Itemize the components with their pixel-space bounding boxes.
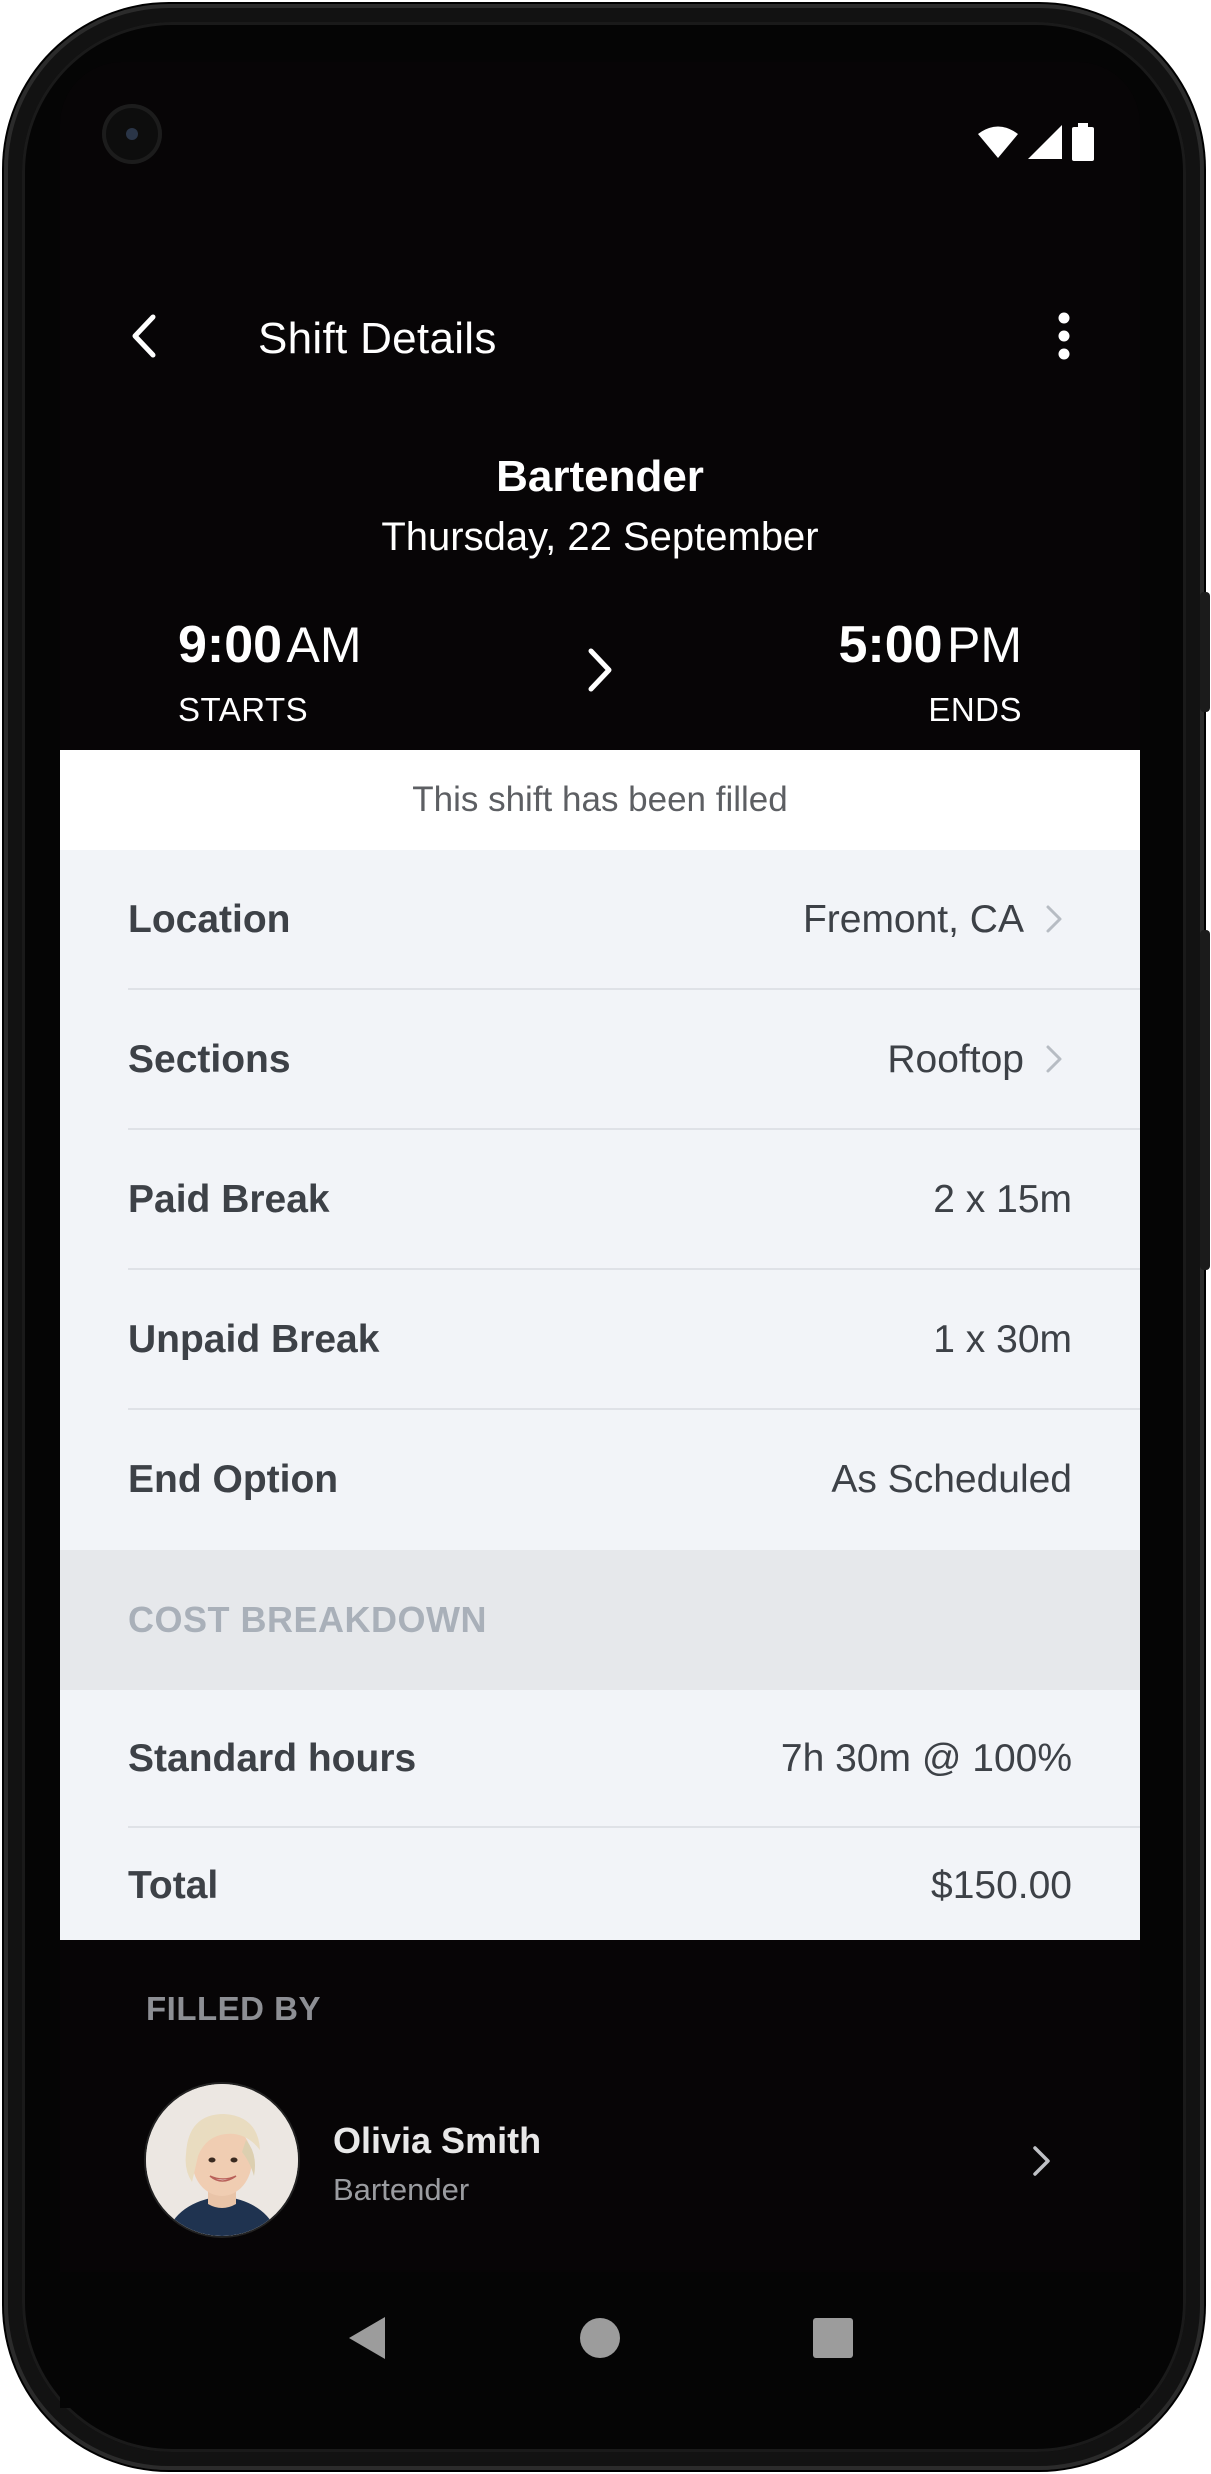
wifi-icon [978,125,1018,164]
row-value: Fremont, CA [802,898,1024,941]
person-name: Olivia Smith [333,2120,542,2161]
chevron-right-icon [1042,904,1066,934]
row-value: 2 x 15m [933,1178,1072,1221]
signal-icon [1028,124,1062,164]
row-label: Standard hours [128,1737,417,1780]
battery-icon [1072,122,1094,166]
cost-list: Standard hours 7h 30m @ 100% Total $150.… [60,1690,1140,1944]
power-button [1200,592,1210,712]
row-value: As Scheduled [831,1458,1072,1501]
avatar [146,2084,298,2236]
back-arrow-icon [129,313,159,364]
nav-home-icon [579,2317,621,2364]
start-time-suffix: AM [286,617,362,673]
row-label: Location [128,898,291,941]
more-options-button[interactable] [1034,308,1094,368]
chevron-right-icon [1042,1044,1066,1074]
start-time: 9:00 [178,616,283,674]
system-nav-bar [60,2272,1140,2408]
nav-recents-icon [812,2317,854,2364]
end-time-suffix: PM [947,617,1022,673]
chevron-right-icon [575,640,625,700]
row-label: End Option [128,1458,339,1501]
shift-date: Thursday, 22 September [381,515,819,559]
status-banner: This shift has been filled [60,750,1140,850]
person-role: Bartender [333,2172,470,2207]
back-button[interactable] [114,308,174,368]
filled-by-header: FILLED BY [146,1990,321,2027]
app-bar: Shift Details [60,288,1140,388]
start-caption: STARTS [178,691,309,728]
end-option-row: End Option As Scheduled [60,1410,1140,1550]
screen: Shift Details Bartender Thursday, 22 Sep… [60,62,1140,2272]
filled-by-person[interactable]: Olivia Smith Bartender [60,2074,1140,2254]
paid-break-row: Paid Break 2 x 15m [60,1130,1140,1270]
nav-back-icon [347,2315,387,2366]
volume-button [1200,930,1210,1270]
standard-hours-row: Standard hours 7h 30m @ 100% [60,1690,1140,1828]
location-row[interactable]: Location Fremont, CA [60,850,1140,990]
more-vert-icon [1058,312,1070,365]
chevron-right-icon [1028,2144,1054,2178]
total-row: Total $150.00 [60,1828,1140,1944]
shift-role: Bartender [496,452,704,501]
row-value: 1 x 30m [933,1318,1072,1361]
status-bar [978,122,1094,166]
row-label: Paid Break [128,1178,330,1221]
start-time-block: 9:00 AM STARTS [178,615,362,729]
nav-home-button[interactable] [565,2305,635,2375]
details-list: Location Fremont, CA Sections Rooftop Pa… [60,850,1140,1944]
row-value: $150.00 [931,1864,1072,1907]
row-label: Total [128,1864,219,1907]
front-camera [102,104,162,164]
end-time-block: 5:00 PM ENDS [838,615,1022,729]
nav-recents-button[interactable] [798,2305,868,2375]
end-time: 5:00 [838,616,943,674]
row-value: 7h 30m @ 100% [780,1737,1072,1780]
cost-breakdown-header: COST BREAKDOWN [60,1550,1140,1690]
unpaid-break-row: Unpaid Break 1 x 30m [60,1270,1140,1410]
row-label: Unpaid Break [128,1318,380,1361]
page-title: Shift Details [258,314,497,363]
row-label: Sections [128,1038,291,1081]
sections-row[interactable]: Sections Rooftop [60,990,1140,1130]
row-value: Rooftop [887,1038,1024,1081]
nav-back-button[interactable] [332,2305,402,2375]
end-caption: ENDS [928,691,1022,728]
